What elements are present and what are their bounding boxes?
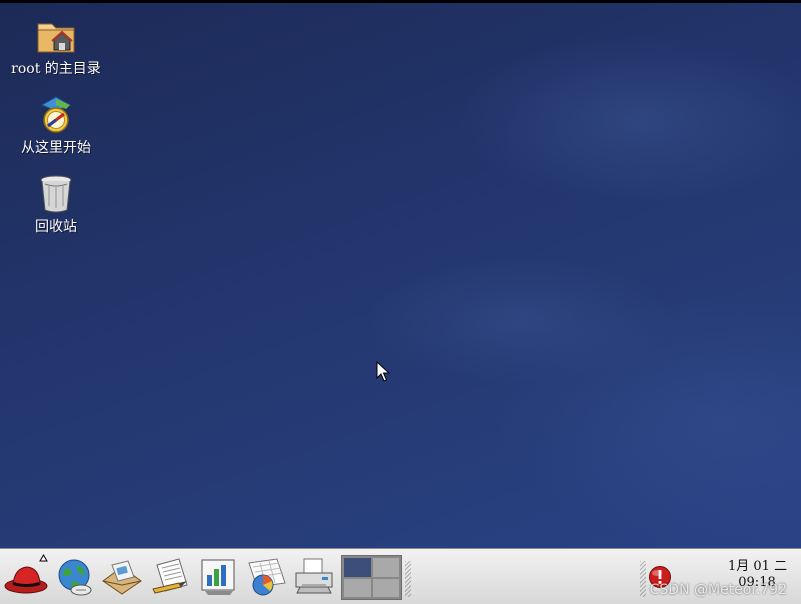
launcher-text-editor[interactable] [149, 555, 193, 599]
trash-icon [34, 172, 78, 216]
launcher-spreadsheet[interactable] [245, 555, 289, 599]
presentation-icon [201, 559, 235, 595]
panel-drag-handle[interactable] [640, 561, 646, 597]
web-browser-icon [58, 559, 92, 596]
watermark-text: CSDN @Meteor.792 [649, 582, 787, 598]
email-icon [102, 560, 142, 595]
workspace-4[interactable] [372, 578, 399, 597]
top-border [0, 0, 801, 3]
desktop-icon-label: 回收站 [35, 219, 77, 235]
launcher-email[interactable] [100, 555, 144, 599]
desktop-icon-trash[interactable]: 回收站 [1, 172, 111, 236]
mouse-cursor-icon [376, 361, 390, 382]
workspace-1[interactable] [344, 558, 371, 577]
spreadsheet-icon [248, 558, 286, 596]
menu-arrow-icon [39, 554, 48, 562]
launcher-web-browser[interactable] [52, 555, 96, 599]
compass-start-icon [34, 93, 78, 137]
clock-date: 1月 01 二 [728, 559, 788, 574]
workspace-3[interactable] [344, 578, 371, 597]
desktop-icon-start-here[interactable]: 从这里开始 [1, 93, 111, 157]
launcher-printer[interactable] [292, 555, 336, 599]
panel-drag-handle[interactable] [405, 561, 411, 597]
desktop-icon-label: root 的主目录 [11, 61, 101, 77]
desktop-icon-label: 从这里开始 [21, 140, 91, 156]
text-editor-icon [152, 558, 188, 594]
workspace-pager[interactable] [341, 555, 402, 600]
bottom-panel: 1月 01 二 09:18 CSDN @Meteor.792 [0, 548, 801, 604]
launcher-presentation[interactable] [197, 555, 241, 599]
desktop-background[interactable]: root 的主目录 从这里开始 回收站 [0, 0, 801, 548]
home-folder-icon [34, 14, 78, 58]
desktop-icon-home[interactable]: root 的主目录 [1, 14, 111, 78]
workspace-2[interactable] [372, 558, 399, 577]
desktop-screen: root 的主目录 从这里开始 回收站 1月 01 二 09:18 CSDN @… [0, 0, 801, 604]
printer-icon [295, 558, 333, 594]
